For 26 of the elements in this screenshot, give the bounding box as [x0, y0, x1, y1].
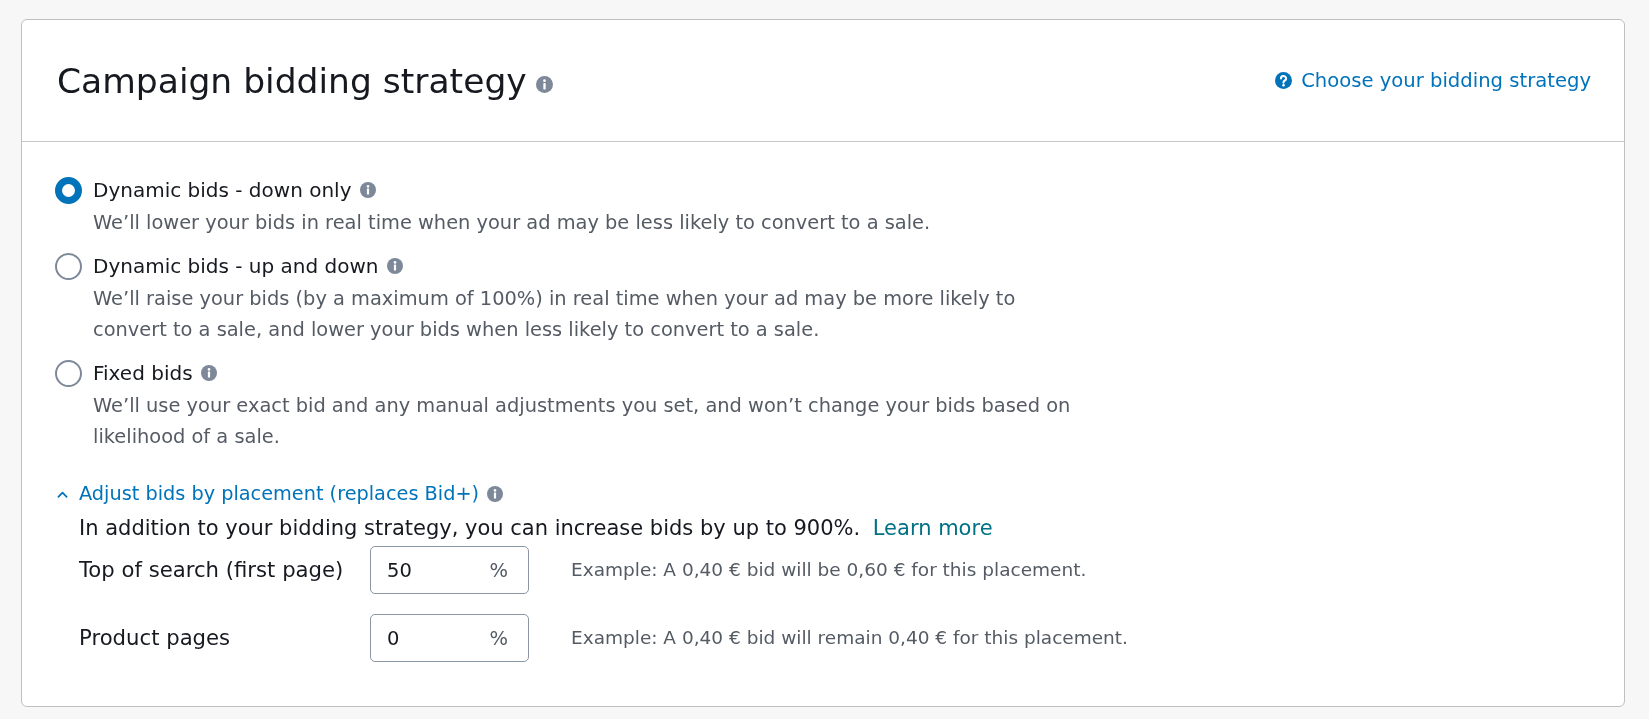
info-icon[interactable]	[535, 76, 553, 93]
info-icon[interactable]	[487, 486, 504, 502]
radio-button[interactable]	[55, 176, 82, 204]
option-description: We’ll lower your bids in real time when your ad may be less likely to convert to a sale.	[93, 210, 932, 236]
info-icon[interactable]	[359, 182, 376, 198]
option-label[interactable]: Dynamic bids - up and down	[93, 253, 379, 279]
placement-intro: In addition to your bidding strategy, you can increase bids by up to 900%. Learn more	[79, 515, 993, 542]
radio-button[interactable]	[55, 359, 82, 387]
percent-field[interactable]: 0 %	[370, 614, 529, 662]
example-text: Example: A 0,40 € bid will be 0,60 € for this placement.	[571, 558, 1087, 582]
example-text: Example: A 0,40 € bid will remain 0,40 € for this placement.	[571, 626, 1128, 650]
option-description: We’ll raise your bids (by a maximum of 100%) in real time when your ad may be more likely to convert to a sale, and lower your bids when less likely to convert to a sale.	[93, 286, 1017, 343]
field-label: Top of search (first page)	[79, 556, 345, 584]
section-title: Campaign bidding strategy	[57, 59, 527, 103]
info-icon[interactable]	[386, 258, 403, 274]
radio-button[interactable]	[55, 252, 82, 280]
option-label[interactable]: Dynamic bids - down only	[93, 177, 352, 203]
help-link[interactable]: Choose your bidding strategy	[1275, 67, 1591, 94]
placement-toggle[interactable]: Adjust bids by placement (replaces Bid+)	[57, 481, 480, 507]
info-icon[interactable]	[200, 365, 217, 381]
field-label: Product pages	[79, 624, 232, 652]
percent-field[interactable]: 50 %	[370, 546, 529, 594]
option-description: We’ll use your exact bid and any manual adjustments you set, and won’t change your bids based on likelihood of a sale.	[93, 393, 1072, 450]
help-icon	[1275, 72, 1293, 89]
option-label[interactable]: Fixed bids	[93, 360, 193, 386]
learn-more-link[interactable]: Learn more	[872, 516, 993, 540]
